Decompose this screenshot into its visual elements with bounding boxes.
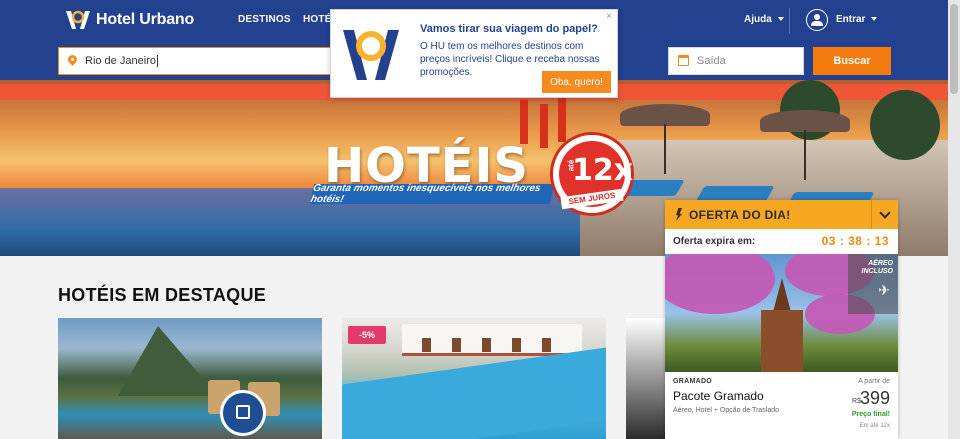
- brand-name: Hotel Urbano: [96, 11, 195, 28]
- air-tag-line2: INCLUSO: [861, 268, 894, 275]
- package-price: 399: [859, 388, 890, 408]
- newsletter-popup: Vamos tirar sua viagem do papel? O HU te…: [330, 9, 618, 98]
- price-from-label: A partir de: [858, 378, 890, 385]
- nav-destinos[interactable]: DESTINOS: [238, 14, 291, 25]
- help-menu[interactable]: Ajuda: [744, 14, 784, 25]
- discount-badge: -5%: [348, 326, 386, 344]
- nav-hoteis[interactable]: HOTÉ: [303, 14, 332, 25]
- best-price-seal-icon: [220, 390, 266, 436]
- card-image-window: [512, 338, 521, 352]
- package-name[interactable]: Pacote Gramado: [673, 389, 764, 403]
- deal-expire-label: Oferta expira em:: [673, 236, 756, 247]
- deal-image[interactable]: AÉREO INCLUSO ✈: [665, 254, 898, 372]
- login-menu[interactable]: Entrar: [836, 14, 878, 25]
- card-image-window: [422, 338, 431, 352]
- destination-input[interactable]: Rio de Janeiro: [58, 47, 358, 75]
- image-blossom: [665, 254, 775, 314]
- location-pin-icon: [66, 53, 79, 66]
- hotel-card[interactable]: [58, 318, 322, 439]
- card-image-window: [452, 338, 461, 352]
- chevron-down-icon: [777, 17, 784, 22]
- section-title: HOTÉIS EM DESTAQUE: [58, 285, 267, 305]
- image-church: [761, 310, 803, 372]
- hotel-urbano-logo-icon: [66, 10, 90, 29]
- popup-title: Vamos tirar sua viagem do papel?: [420, 23, 598, 35]
- deal-destination: GRAMADO: [673, 378, 713, 385]
- search-button[interactable]: Buscar: [813, 47, 891, 75]
- hero-subtitle: Garanta momentos inesquecíveis nos melho…: [310, 183, 555, 205]
- text-cursor: [156, 55, 158, 67]
- hotel-card[interactable]: -5%: [342, 318, 606, 439]
- air-tag-line1: AÉREO: [868, 260, 893, 267]
- popup-accept-button[interactable]: Oba, quero!: [542, 71, 611, 93]
- seal-inner: [236, 405, 250, 419]
- hotel-card[interactable]: [626, 318, 666, 439]
- banner-umbrella: [620, 104, 710, 126]
- package-description: Aéreo, Hotel + Opção de Traslado: [673, 407, 780, 414]
- card-image-pool: [342, 347, 606, 439]
- banner-umbrella: [760, 110, 850, 132]
- card-image-building: [402, 324, 582, 356]
- installments-label: Em até 12x: [859, 423, 890, 429]
- checkout-date-input[interactable]: Saída: [668, 47, 804, 75]
- chevron-down-icon: [871, 17, 878, 22]
- login-label: Entrar: [836, 14, 866, 25]
- deal-header: OFERTA DO DIA!: [665, 200, 898, 229]
- destination-value: Rio de Janeiro: [85, 55, 156, 67]
- close-icon[interactable]: ×: [606, 11, 612, 22]
- card-image-window: [542, 338, 551, 352]
- banner-umbrella-pole: [804, 130, 806, 180]
- deal-of-the-day-widget[interactable]: OFERTA DO DIA! Oferta expira em: 03 : 38…: [665, 200, 898, 439]
- air-included-tag: AÉREO INCLUSO: [848, 254, 898, 314]
- badge-value: 12x: [572, 153, 634, 188]
- chevron-down-icon[interactable]: [871, 200, 898, 229]
- banner-flag: [558, 98, 566, 142]
- deal-countdown: 03 : 38 : 13: [821, 234, 889, 248]
- banner-umbrella-pole: [664, 124, 666, 174]
- final-price-label: Preço final!: [851, 411, 890, 418]
- page-scrollbar[interactable]: [948, 0, 960, 439]
- header-divider: [789, 8, 790, 34]
- scrollbar-thumb[interactable]: [950, 4, 958, 94]
- deal-title: OFERTA DO DIA!: [689, 208, 791, 222]
- checkout-placeholder: Saída: [697, 55, 726, 67]
- user-icon[interactable]: [806, 9, 828, 31]
- hotel-urbano-logo-icon: [343, 30, 399, 80]
- card-image-mountain: [118, 326, 218, 396]
- airplane-icon: ✈: [878, 282, 890, 298]
- card-image-window: [482, 338, 491, 352]
- image-church-spire: [773, 278, 791, 312]
- installments-badge: até 12x SEM JUROS: [550, 132, 634, 216]
- brand-logo[interactable]: Hotel Urbano: [64, 9, 194, 31]
- lightning-icon: [676, 208, 682, 221]
- banner-flag: [540, 104, 548, 148]
- banner-tree: [870, 90, 940, 160]
- help-label: Ajuda: [744, 14, 772, 25]
- calendar-icon: [678, 55, 689, 66]
